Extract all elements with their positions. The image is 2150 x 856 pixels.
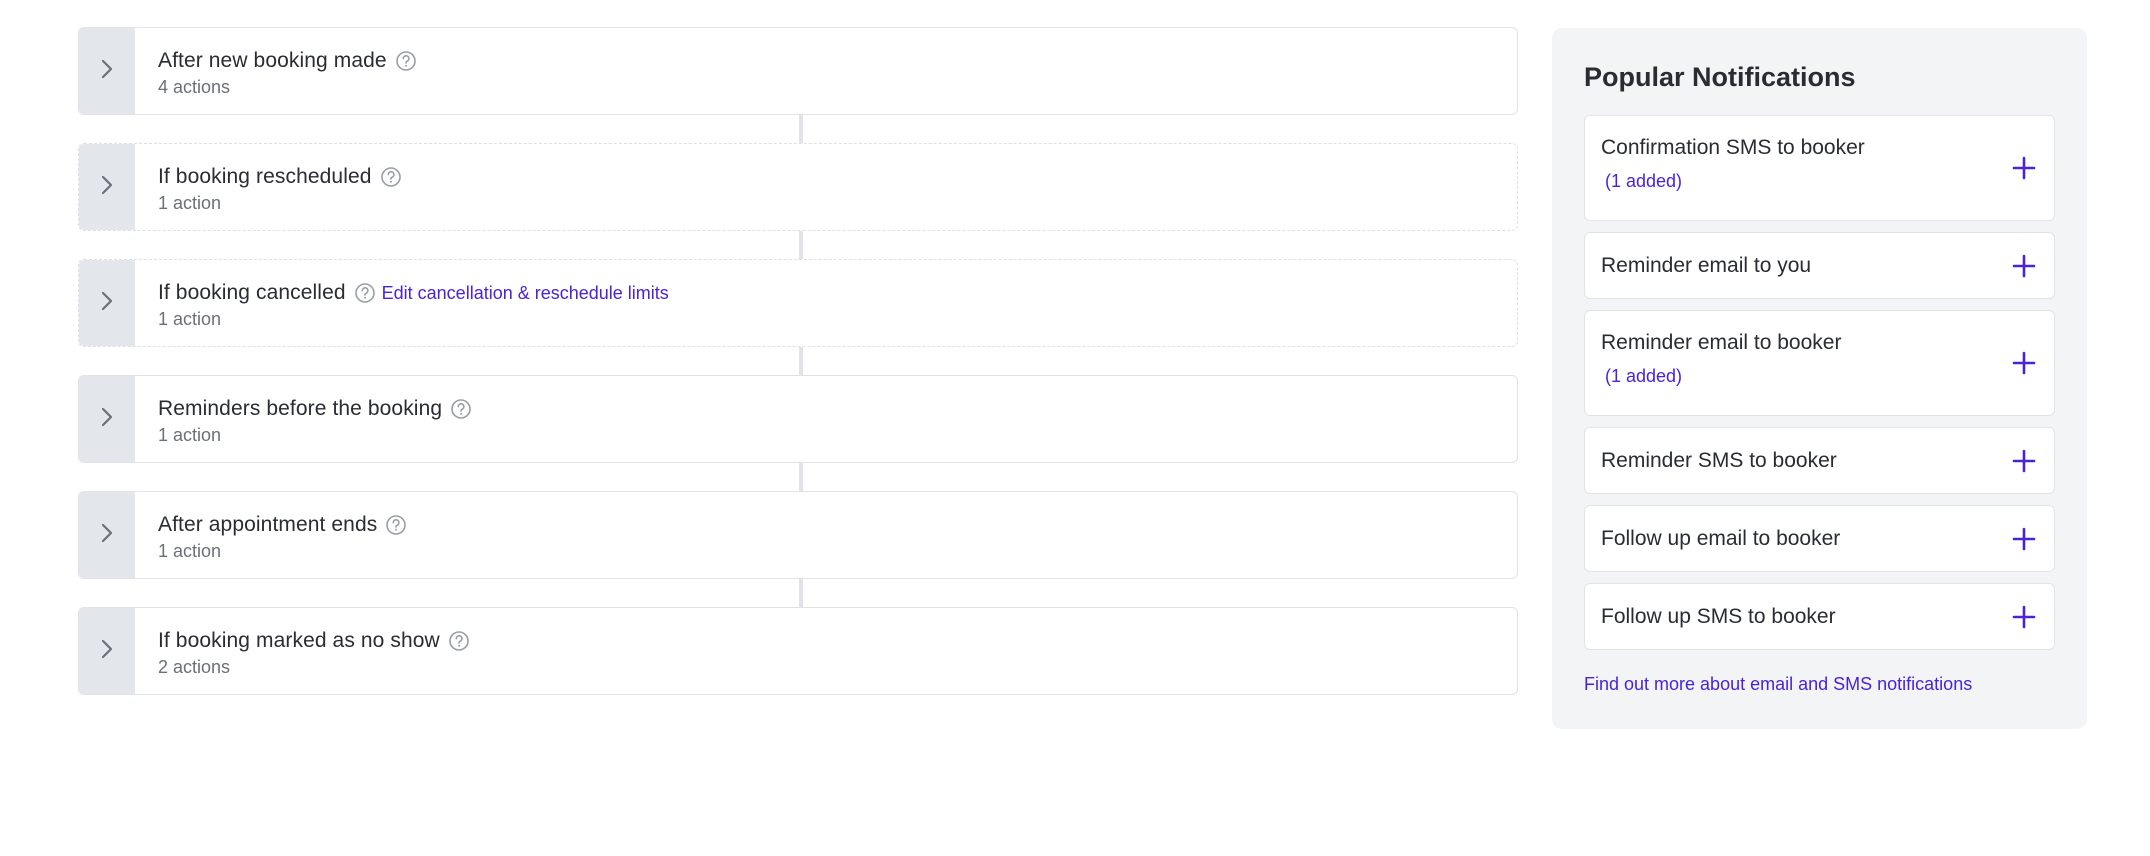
plus-icon[interactable]: [2010, 252, 2038, 280]
trigger-card-cancelled[interactable]: If booking cancelled Edit cancellation &…: [78, 259, 1518, 347]
connector-line: [799, 463, 803, 491]
trigger-title: Reminders before the booking: [158, 397, 443, 420]
notifications-page: After new booking made 4 actions If book…: [0, 0, 2150, 856]
expand-toggle[interactable]: [79, 260, 135, 346]
notification-label: Reminder SMS to booker: [1601, 448, 1837, 472]
notification-item-reminder-email-you[interactable]: Reminder email to you: [1584, 232, 2055, 299]
plus-icon[interactable]: [2010, 447, 2038, 475]
notification-item-reminder-sms-booker[interactable]: Reminder SMS to booker: [1584, 427, 2055, 494]
action-count: 4 actions: [158, 77, 231, 97]
notification-label: Reminder email to booker: [1601, 331, 1842, 354]
notification-item-follow-up-sms[interactable]: Follow up SMS to booker: [1584, 583, 2055, 650]
plus-icon[interactable]: [2010, 603, 2038, 631]
chevron-right-icon: [100, 290, 114, 317]
trigger-title: After new booking made: [158, 49, 387, 72]
trigger-list: After new booking made 4 actions If book…: [78, 27, 1518, 695]
notification-item-follow-up-email[interactable]: Follow up email to booker: [1584, 505, 2055, 572]
expand-toggle[interactable]: [79, 376, 135, 462]
notification-item-reminder-email-booker[interactable]: Reminder email to booker (1 added): [1584, 310, 2055, 416]
question-circle-icon[interactable]: [448, 630, 470, 652]
notification-label: Reminder email to you: [1601, 253, 1812, 277]
notification-label: Follow up SMS to booker: [1601, 604, 1836, 628]
plus-icon[interactable]: [2010, 525, 2038, 553]
edit-cancellation-limits-link[interactable]: Edit cancellation & reschedule limits: [382, 283, 669, 304]
trigger-card-new-booking[interactable]: After new booking made 4 actions: [78, 27, 1518, 115]
chevron-right-icon: [100, 638, 114, 665]
connector-line: [799, 231, 803, 259]
trigger-title: After appointment ends: [158, 513, 378, 536]
chevron-right-icon: [100, 522, 114, 549]
chevron-right-icon: [100, 58, 114, 85]
action-count: 1 action: [158, 425, 222, 445]
trigger-title: If booking marked as no show: [158, 629, 440, 652]
expand-toggle[interactable]: [79, 492, 135, 578]
action-count: 2 actions: [158, 657, 231, 677]
trigger-card-after-appointment[interactable]: After appointment ends 1 action: [78, 491, 1518, 579]
added-count: (1 added): [1605, 366, 1683, 386]
action-count: 1 action: [158, 193, 222, 213]
action-count: 1 action: [158, 309, 222, 329]
notification-item-confirmation-sms[interactable]: Confirmation SMS to booker (1 added): [1584, 115, 2055, 221]
chevron-right-icon: [100, 174, 114, 201]
question-circle-icon[interactable]: [395, 50, 417, 72]
notification-label: Confirmation SMS to booker: [1601, 136, 1865, 159]
plus-icon[interactable]: [2010, 154, 2038, 182]
trigger-card-no-show[interactable]: If booking marked as no show 2 actions: [78, 607, 1518, 695]
connector-line: [799, 579, 803, 607]
learn-more-link[interactable]: Find out more about email and SMS notifi…: [1584, 674, 2055, 695]
expand-toggle[interactable]: [79, 28, 135, 114]
connector-line: [799, 347, 803, 375]
connector-line: [799, 115, 803, 143]
panel-title: Popular Notifications: [1584, 62, 1856, 92]
chevron-right-icon: [100, 406, 114, 433]
added-count: (1 added): [1605, 171, 1683, 191]
trigger-card-reminders[interactable]: Reminders before the booking 1 action: [78, 375, 1518, 463]
question-circle-icon[interactable]: [450, 398, 472, 420]
question-circle-icon[interactable]: [354, 282, 376, 304]
action-count: 1 action: [158, 541, 222, 561]
trigger-title: If booking cancelled: [158, 281, 346, 304]
trigger-title: If booking rescheduled: [158, 165, 372, 188]
popular-notifications-panel: Popular Notifications Confirmation SMS t…: [1552, 28, 2087, 729]
expand-toggle[interactable]: [79, 608, 135, 694]
question-circle-icon[interactable]: [385, 514, 407, 536]
expand-toggle[interactable]: [79, 144, 135, 230]
plus-icon[interactable]: [2010, 349, 2038, 377]
notification-label: Follow up email to booker: [1601, 526, 1841, 550]
trigger-card-rescheduled[interactable]: If booking rescheduled 1 action: [78, 143, 1518, 231]
question-circle-icon[interactable]: [380, 166, 402, 188]
